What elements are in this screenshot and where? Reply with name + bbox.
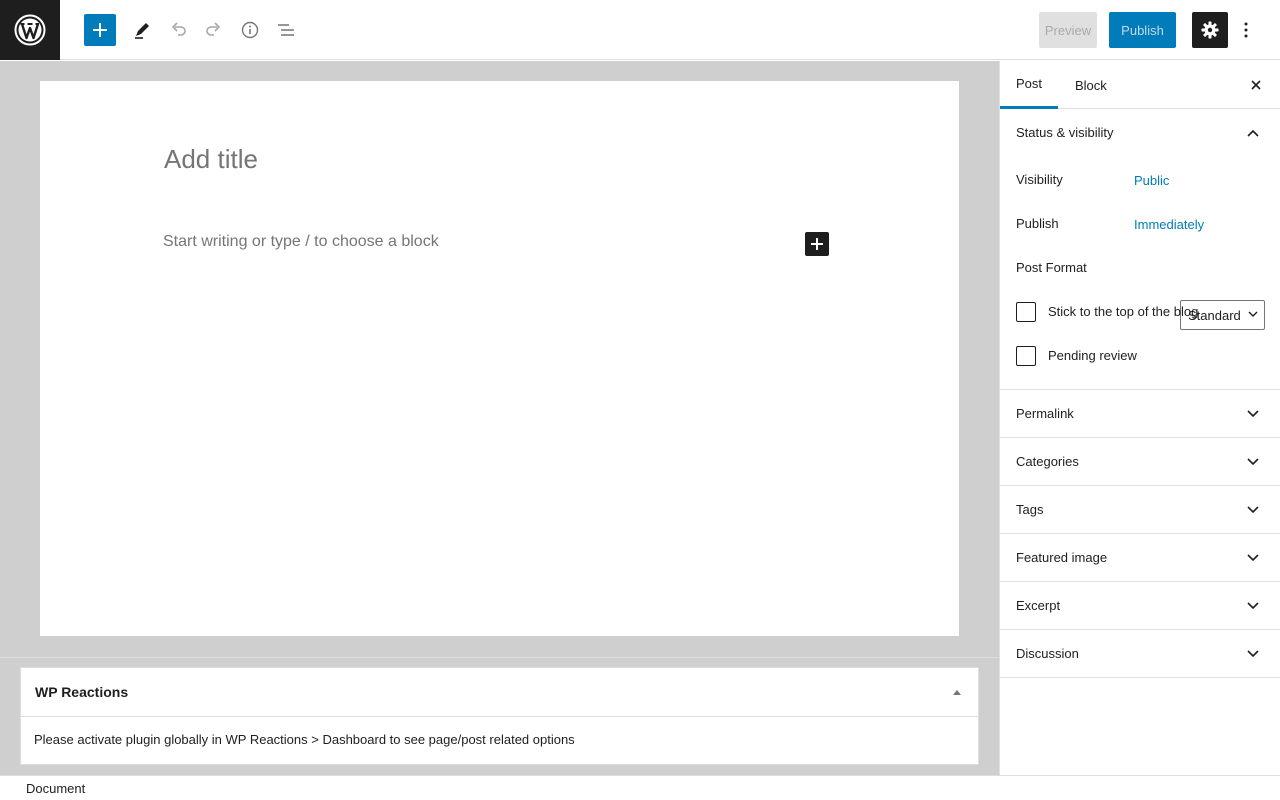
details-button[interactable] (234, 14, 266, 46)
panel-discussion[interactable]: Discussion (1000, 630, 1280, 678)
redo-button[interactable] (198, 14, 230, 46)
chevron-down-icon (1247, 602, 1259, 610)
close-settings-button[interactable] (1247, 76, 1265, 94)
panel-title-status[interactable]: Status & visibility (1016, 125, 1114, 140)
panel-toggle-permalink[interactable] (1246, 407, 1260, 421)
editor-footer: Document (0, 775, 1280, 800)
panel-title-featured-image[interactable]: Featured image (1016, 550, 1107, 565)
visibility-label: Visibility (1016, 172, 1063, 187)
default-block-appender[interactable]: Start writing or type / to choose a bloc… (163, 233, 439, 251)
tab-post[interactable]: Post (1000, 61, 1058, 109)
redo-icon (206, 22, 221, 36)
post-format-label: Post Format (1016, 260, 1087, 275)
sidebar-tabs: Post Block (1000, 61, 1280, 109)
panel-tags[interactable]: Tags (1000, 486, 1280, 534)
panel-featured-image[interactable]: Featured image (1000, 534, 1280, 582)
wp-reactions-metabox: WP Reactions (20, 667, 979, 765)
inline-add-block-button[interactable] (805, 232, 829, 256)
wordpress-logo-button[interactable] (0, 0, 60, 60)
chevron-down-icon (1247, 410, 1259, 418)
gear-icon (1201, 21, 1219, 39)
panel-toggle-discussion[interactable] (1246, 647, 1260, 661)
settings-button[interactable] (1192, 12, 1228, 48)
sticky-label[interactable]: Stick to the top of the blog (1048, 304, 1198, 319)
preview-button[interactable]: Preview (1039, 12, 1097, 48)
undo-icon (171, 22, 186, 36)
status-visibility-panel: Status & visibility Visibility Public Pu… (1000, 109, 1280, 390)
panel-categories[interactable]: Categories (1000, 438, 1280, 486)
plus-icon (811, 238, 823, 250)
breadcrumb-document[interactable]: Document (26, 781, 85, 796)
pending-review-checkbox[interactable] (1016, 346, 1036, 366)
chevron-down-icon (1247, 458, 1259, 466)
panel-permalink[interactable]: Permalink (1000, 390, 1280, 438)
pending-review-label[interactable]: Pending review (1048, 348, 1137, 363)
publish-label: Publish (1016, 216, 1059, 231)
close-icon (1251, 80, 1261, 90)
undo-button[interactable] (162, 14, 194, 46)
panel-title-permalink[interactable]: Permalink (1016, 406, 1074, 421)
more-vertical-icon (1244, 22, 1248, 38)
info-icon (241, 21, 259, 39)
tab-block[interactable]: Block (1058, 61, 1122, 109)
list-view-icon (278, 24, 294, 36)
panel-toggle-excerpt[interactable] (1246, 599, 1260, 613)
panel-title-discussion[interactable]: Discussion (1016, 646, 1079, 661)
chevron-down-icon (1248, 311, 1258, 317)
chevron-down-icon (1247, 554, 1259, 562)
chevron-down-icon (1247, 506, 1259, 514)
pencil-icon (135, 23, 149, 39)
sticky-checkbox[interactable] (1016, 302, 1036, 322)
publish-date-toggle[interactable]: Immediately (1134, 217, 1204, 232)
metabox-message: Please activate plugin globally in WP Re… (34, 732, 575, 747)
plus-icon (93, 23, 107, 37)
tools-button[interactable] (126, 14, 158, 46)
chevron-down-icon (1247, 650, 1259, 658)
panel-title-excerpt[interactable]: Excerpt (1016, 598, 1060, 613)
panel-toggle-status[interactable] (1246, 126, 1260, 140)
editor-header: Preview Publish (0, 0, 1280, 60)
metabox-title: WP Reactions (35, 684, 129, 700)
options-button[interactable] (1234, 12, 1258, 48)
chevron-up-icon (1247, 129, 1259, 137)
panel-title-tags[interactable]: Tags (1016, 502, 1043, 517)
panel-toggle-categories[interactable] (1246, 455, 1260, 469)
panel-excerpt[interactable]: Excerpt (1000, 582, 1280, 630)
list-view-button[interactable] (270, 14, 302, 46)
post-title-input[interactable]: Add title (164, 144, 258, 175)
panel-toggle-tags[interactable] (1246, 503, 1260, 517)
panel-title-categories[interactable]: Categories (1016, 454, 1079, 469)
triangle-up-icon (953, 690, 961, 695)
settings-sidebar: Post Block Status & visibility Visibilit… (999, 61, 1280, 775)
metabox-toggle-button[interactable] (952, 687, 962, 697)
visibility-toggle[interactable]: Public (1134, 173, 1169, 188)
wordpress-logo-icon (14, 14, 46, 46)
publish-button[interactable]: Publish (1109, 12, 1176, 48)
add-block-button[interactable] (84, 14, 116, 46)
panel-toggle-featured-image[interactable] (1246, 551, 1260, 565)
metabox-header[interactable]: WP Reactions (21, 668, 978, 717)
